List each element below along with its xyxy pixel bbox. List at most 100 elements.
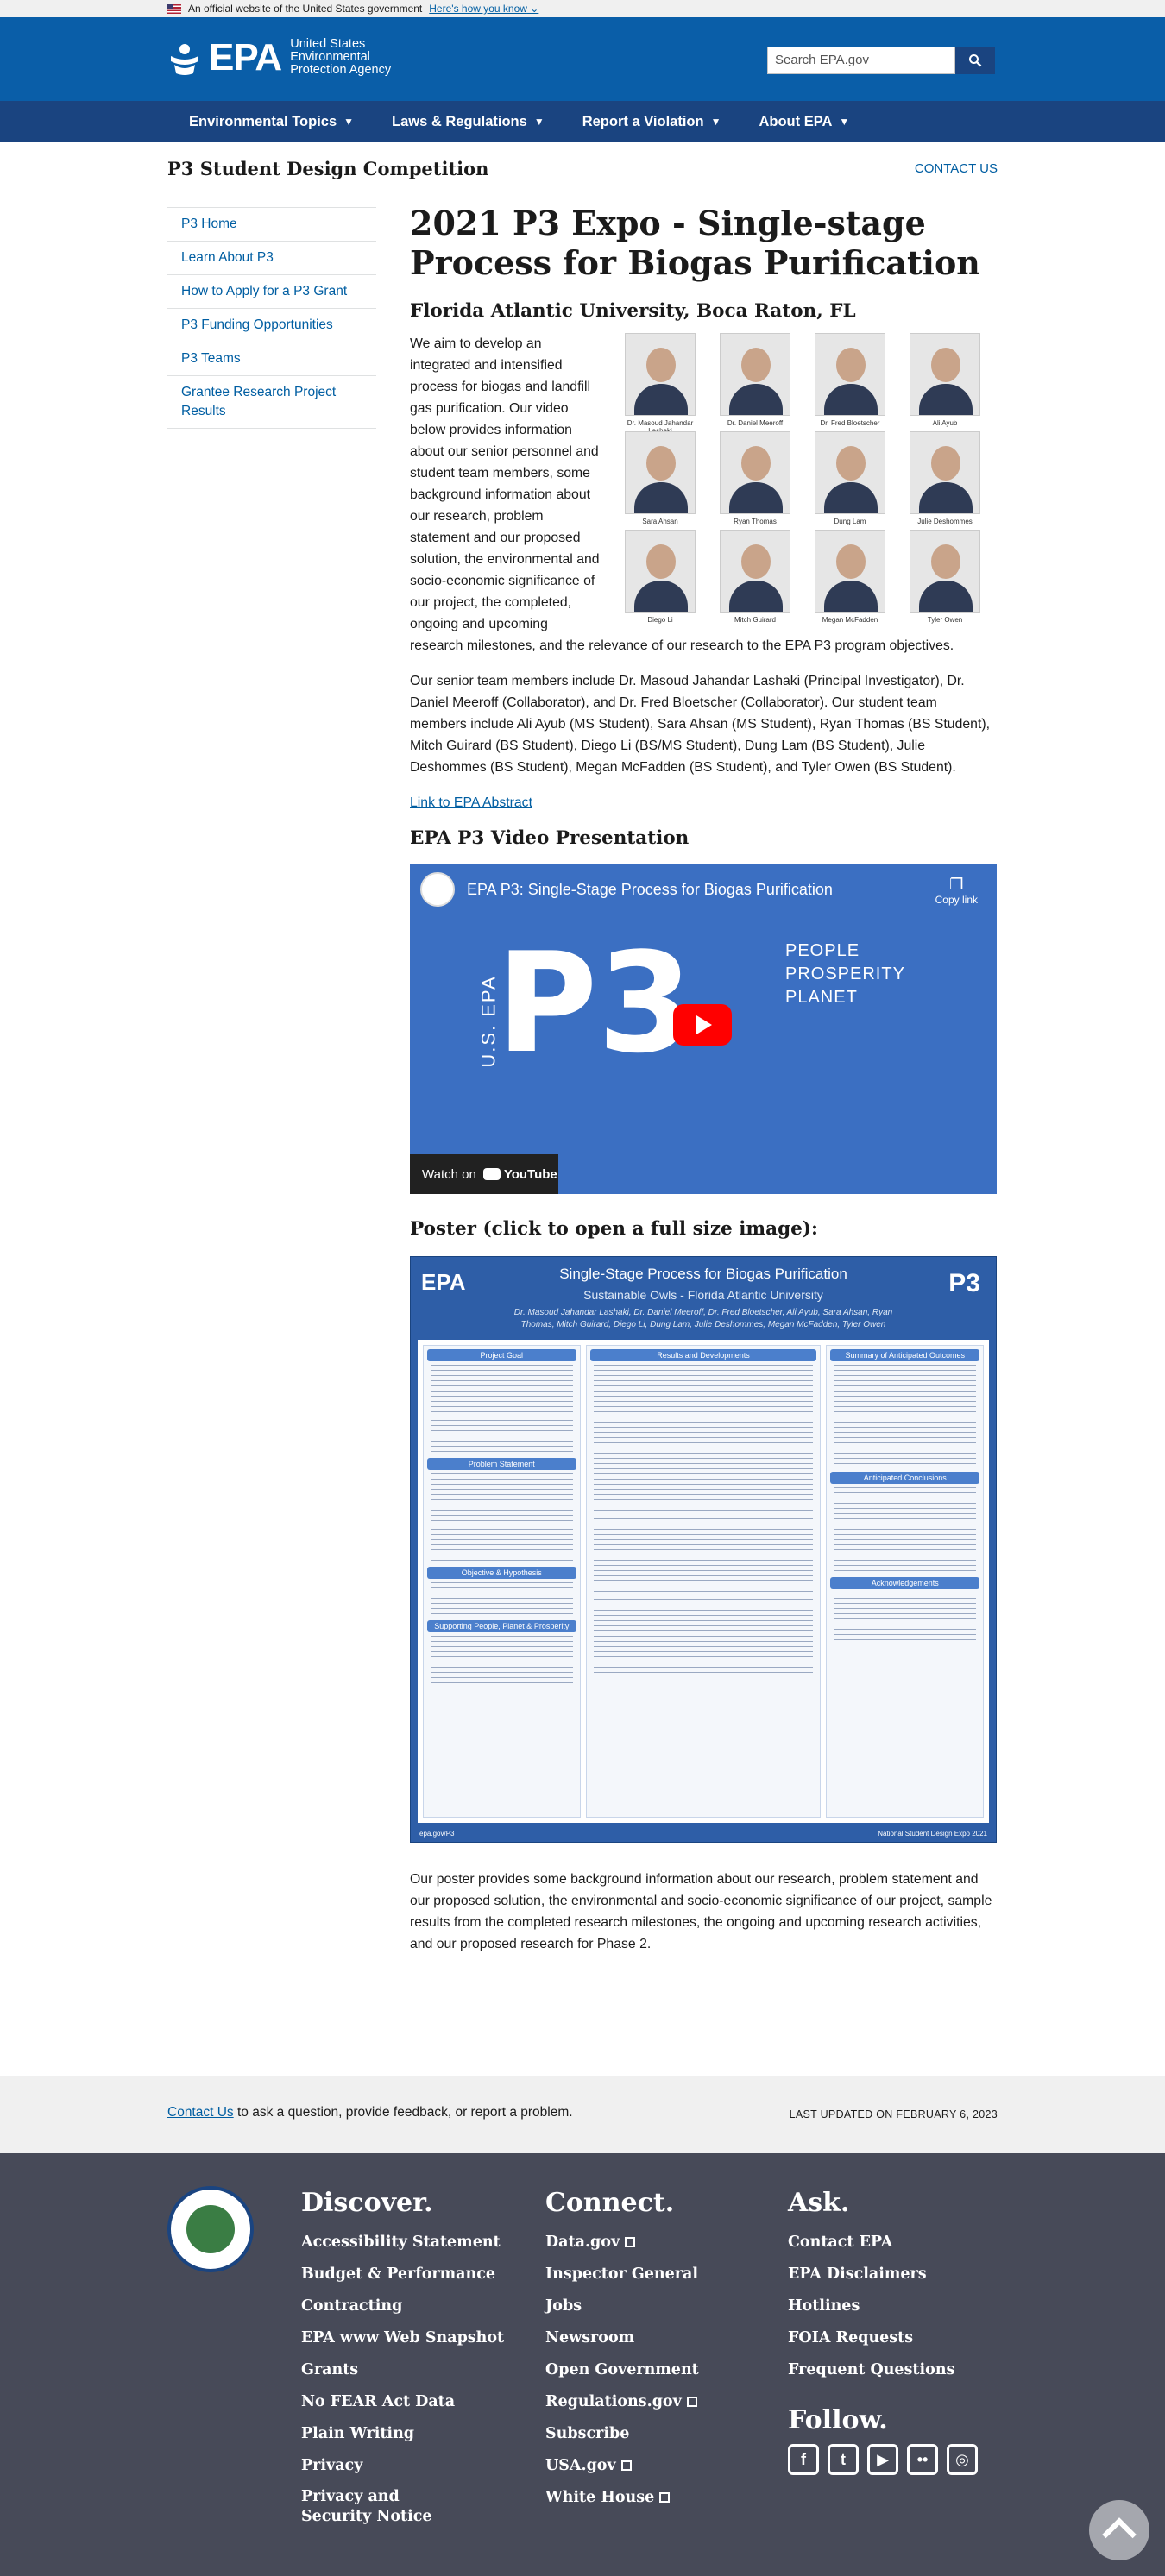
connect-heading: Connect.	[545, 2188, 675, 2218]
chevron-down-icon: ▼	[533, 116, 545, 128]
site-footer: Discover. Accessibility Statement Budget…	[0, 2153, 1165, 2576]
team-photo	[815, 431, 885, 514]
nav-environmental-topics[interactable]: Environmental Topics ▼	[189, 114, 354, 130]
page-title: 2021 P3 Expo - Single-stage Process for …	[410, 204, 980, 282]
us-flag-icon	[167, 3, 181, 14]
poster-title: Single-Stage Process for Biogas Purifica…	[559, 1266, 847, 1282]
nav-about-epa[interactable]: About EPA ▼	[759, 114, 849, 130]
follow-heading: Follow.	[788, 2405, 888, 2435]
nav-laws-regulations[interactable]: Laws & Regulations ▼	[392, 114, 545, 130]
footer-link-accessibility[interactable]: Accessibility Statement	[301, 2227, 504, 2259]
microsite-title[interactable]: P3 Student Design Competition	[167, 158, 488, 179]
poster-paragraph: Our poster provides some background info…	[410, 1872, 992, 1951]
footer-link-contracting[interactable]: Contracting	[301, 2290, 504, 2322]
sidebar-item-p3-home[interactable]: P3 Home	[167, 207, 376, 242]
sidebar-item-funding-opportunities[interactable]: P3 Funding Opportunities	[167, 309, 376, 342]
footer-link-grants[interactable]: Grants	[301, 2354, 504, 2386]
footer-link-disclaimers[interactable]: EPA Disclaimers	[788, 2259, 978, 2290]
heres-how-you-know-link[interactable]: Here's how you know ⌄	[429, 3, 538, 15]
contact-us-link[interactable]: CONTACT US	[915, 161, 998, 176]
footer-link-open-government[interactable]: Open Government	[545, 2354, 699, 2386]
video-header: EPA P3: Single-Stage Process for Biogas …	[420, 872, 833, 907]
team-member-name: Dr. Daniel Meeroff	[727, 419, 784, 427]
footer-link-white-house[interactable]: White House	[545, 2482, 699, 2514]
abstract-link-row: Link to EPA Abstract	[410, 792, 997, 814]
play-button[interactable]	[673, 1004, 732, 1046]
team-member: Dr. Daniel Meeroff	[712, 333, 798, 427]
footer-link-faq[interactable]: Frequent Questions	[788, 2354, 978, 2386]
poster-text-block	[593, 1437, 814, 1515]
video-player[interactable]: EPA P3: Single-Stage Process for Biogas …	[410, 864, 997, 1194]
poster-text-block	[431, 1473, 573, 1525]
twitter-icon[interactable]: t	[828, 2444, 859, 2475]
search-icon	[969, 54, 982, 67]
team-member: Megan McFadden	[807, 530, 893, 624]
poster-image[interactable]: EPA P3 Single-Stage Process for Biogas P…	[410, 1256, 997, 1843]
back-to-top-button[interactable]	[1089, 2500, 1149, 2560]
team-member: Julie Deshommes	[902, 431, 988, 525]
sidebar-item-how-to-apply[interactable]: How to Apply for a P3 Grant	[167, 275, 376, 309]
external-link-icon	[659, 2492, 671, 2503]
microsite-header: P3 Student Design Competition CONTACT US	[167, 155, 998, 181]
footer-link-web-snapshot[interactable]: EPA www Web Snapshot	[301, 2322, 504, 2354]
footer-link-no-fear[interactable]: No FEAR Act Data	[301, 2386, 504, 2418]
footer-link-privacy[interactable]: Privacy	[301, 2450, 504, 2482]
poster-footer-left: epa.gov/P3	[419, 1830, 455, 1838]
epa-seal-icon[interactable]	[167, 2186, 254, 2272]
external-link-icon	[625, 2237, 636, 2247]
nav-report-violation[interactable]: Report a Violation ▼	[582, 114, 721, 130]
footer-link-data-gov[interactable]: Data.gov	[545, 2227, 699, 2259]
watch-on-youtube-button[interactable]: Watch on YouTube	[410, 1154, 558, 1194]
poster-text-block	[431, 1420, 573, 1454]
team-member-name: Ryan Thomas	[734, 518, 777, 525]
sidebar-item-grantee-results[interactable]: Grantee Research Project Results	[167, 376, 376, 429]
search-button[interactable]	[955, 47, 995, 74]
footer-link-foia[interactable]: FOIA Requests	[788, 2322, 978, 2354]
team-member-name: Ali Ayub	[932, 419, 958, 427]
last-updated: LAST UPDATED ON FEBRUARY 6, 2023	[789, 2108, 998, 2120]
flickr-icon[interactable]: ••	[907, 2444, 938, 2475]
video-tagline: PEOPLE PROSPERITY PLANET	[785, 939, 905, 1009]
team-member: Sara Ahsan	[617, 431, 703, 525]
poster-subtitle: Sustainable Owls - Florida Atlantic Univ…	[583, 1288, 823, 1302]
search-input[interactable]: Search EPA.gov	[767, 47, 955, 74]
sidebar-item-learn-about-p3[interactable]: Learn About P3	[167, 242, 376, 275]
team-member-name: Tyler Owen	[927, 616, 963, 624]
poster-text-block	[431, 1529, 573, 1563]
team-photo	[720, 431, 790, 514]
team-photo	[815, 530, 885, 613]
team-photo	[625, 431, 696, 514]
footer-link-privacy-security[interactable]: Privacy and Security Notice	[301, 2487, 474, 2527]
footer-link-inspector-general[interactable]: Inspector General	[545, 2259, 699, 2290]
footer-connect: Connect. Data.gov Inspector General Jobs…	[545, 2188, 699, 2514]
footer-link-jobs[interactable]: Jobs	[545, 2290, 699, 2322]
team-photo	[720, 333, 790, 416]
footer-link-newsroom[interactable]: Newsroom	[545, 2322, 699, 2354]
youtube-icon[interactable]: ▶	[867, 2444, 898, 2475]
footer-link-regulations-gov[interactable]: Regulations.gov	[545, 2386, 699, 2418]
poster-section-header: Acknowledgements	[830, 1577, 980, 1589]
watch-on-label: Watch on	[422, 1166, 476, 1182]
video-title[interactable]: EPA P3: Single-Stage Process for Biogas …	[467, 881, 833, 899]
footer-link-usa-gov[interactable]: USA.gov	[545, 2450, 699, 2482]
poster-heading: Poster (click to open a full size image)…	[410, 1218, 818, 1240]
epa-logo[interactable]: EPA United States Environmental Protecti…	[167, 38, 419, 77]
sidebar-item-p3-teams[interactable]: P3 Teams	[167, 342, 376, 376]
footer-link-budget[interactable]: Budget & Performance	[301, 2259, 504, 2290]
footer-link-plain-writing[interactable]: Plain Writing	[301, 2418, 504, 2450]
epa-abstract-link[interactable]: Link to EPA Abstract	[410, 795, 532, 810]
contact-band: Contact Us to ask a question, provide fe…	[0, 2076, 1165, 2153]
footer-link-contact-epa[interactable]: Contact EPA	[788, 2227, 978, 2259]
instagram-icon[interactable]: ◎	[947, 2444, 978, 2475]
footer-ask: Ask. Contact EPA EPA Disclaimers Hotline…	[788, 2188, 978, 2475]
channel-avatar[interactable]	[420, 872, 455, 907]
poster-column-left: Project Goal Problem Statement Objective…	[423, 1345, 581, 1818]
tagline-planet: PLANET	[785, 988, 858, 1007]
team-photo	[910, 530, 980, 613]
copy-link-button[interactable]: ❐ Copy link	[935, 876, 978, 906]
footer-link-hotlines[interactable]: Hotlines	[788, 2290, 978, 2322]
facebook-icon[interactable]: f	[788, 2444, 819, 2475]
footer-link-subscribe[interactable]: Subscribe	[545, 2418, 699, 2450]
contact-us-footer-link[interactable]: Contact Us	[167, 2105, 234, 2120]
epa-wordmark: EPA	[209, 35, 282, 79]
